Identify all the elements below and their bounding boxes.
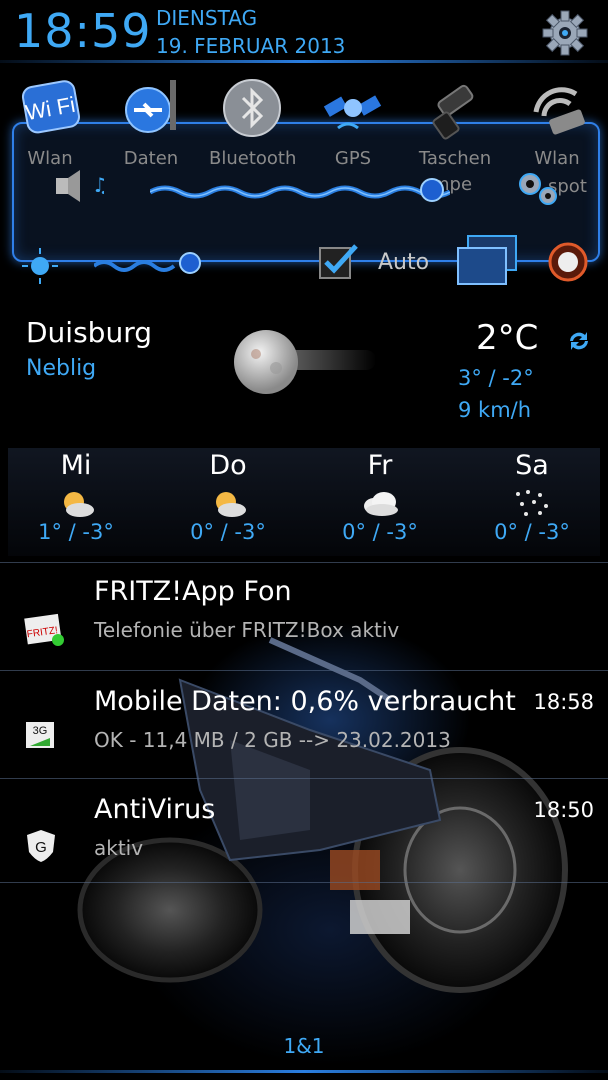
- gps-satellite-icon: [323, 95, 382, 130]
- cloud-icon: [364, 492, 398, 516]
- forecast-day: Fr 0° / -3°: [304, 448, 456, 556]
- forecast-day-name: Mi: [60, 450, 92, 481]
- weather-condition: Neblig: [26, 356, 97, 381]
- notification-fritz[interactable]: FRITZ! FRITZ!App Fon Telefonie über FRIT…: [0, 570, 608, 674]
- toggle-taschenlampe[interactable]: Taschen: [412, 72, 498, 182]
- volume-slider[interactable]: [150, 178, 450, 202]
- rotation-lock-icon[interactable]: [546, 240, 590, 284]
- notification-text: aktiv: [94, 836, 144, 860]
- clock: 18:59: [14, 4, 152, 58]
- toggle-wlan-hotspot[interactable]: Wlan: [514, 72, 600, 182]
- toggle-daten[interactable]: Daten: [108, 72, 194, 182]
- status-header: 18:59 DIENSTAG 19. FEBRUAR 2013: [0, 0, 608, 60]
- fritz-icon: FRITZ!: [24, 613, 64, 646]
- forecast-day-name: Sa: [515, 450, 549, 481]
- forecast-day: Mi 1° / -3°: [0, 448, 152, 556]
- toggle-gps[interactable]: GPS: [310, 72, 396, 182]
- toggle-daten-label: Daten: [123, 148, 179, 169]
- sun-cloud-icon: [64, 492, 94, 517]
- svg-text:G: G: [35, 839, 47, 856]
- svg-text:3G: 3G: [33, 725, 48, 737]
- toggle-bluetooth[interactable]: Bluetooth: [209, 72, 297, 182]
- forecast-temps: 0° / -3°: [190, 520, 266, 544]
- toggle-taschenlampe-label: Taschen: [418, 148, 492, 169]
- current-temperature: 2°C: [476, 318, 539, 358]
- sun-cloud-icon: [216, 492, 246, 517]
- header-divider: [0, 60, 608, 63]
- notification-text: Telefonie über FRITZ!Box aktiv: [94, 618, 400, 642]
- gear-icon[interactable]: [540, 8, 590, 58]
- auto-brightness-label: Auto: [378, 250, 430, 275]
- carrier-label: 1&1: [283, 1034, 325, 1058]
- mobile-data-icon: [125, 80, 176, 133]
- fog-moon-icon: [234, 330, 376, 394]
- notification-divider: [0, 778, 608, 779]
- notification-title: Mobile Daten: 0,6% verbraucht: [94, 686, 516, 717]
- forecast-temps: 0° / -3°: [494, 520, 570, 544]
- screen-timeout-icon[interactable]: [454, 232, 522, 288]
- notification-text: OK - 11,4 MB / 2 GB --> 23.02.2013: [94, 728, 451, 752]
- flashlight-icon: [432, 84, 474, 140]
- notification-divider: [0, 882, 608, 883]
- date: 19. FEBRUAR 2013: [156, 34, 346, 58]
- speaker-icon[interactable]: ♫: [52, 166, 104, 206]
- shield-icon: G: [27, 830, 55, 862]
- 3g-icon: 3G: [26, 722, 54, 748]
- wifi-icon: Wi Fi: [21, 80, 80, 134]
- temperature-high-low: 3° / -2°: [458, 366, 534, 390]
- snow-icon: [516, 490, 548, 516]
- forecast-day-name: Do: [209, 450, 247, 481]
- svg-text:♫: ♫: [92, 173, 104, 197]
- notification-title: AntiVirus: [94, 794, 216, 825]
- notification-antivirus[interactable]: G AntiVirus aktiv 18:50: [0, 788, 608, 892]
- auto-brightness-checkbox[interactable]: [318, 244, 358, 280]
- notification-title: FRITZ!App Fon: [94, 576, 292, 607]
- toggle-wlan-hotspot-label: Wlan: [534, 148, 580, 169]
- forecast-temps: 1° / -3°: [38, 520, 114, 544]
- notification-time: 18:50: [533, 798, 594, 822]
- weekday: DIENSTAG: [156, 6, 258, 30]
- forecast-day-name: Fr: [367, 450, 393, 481]
- toggle-bluetooth-label: Bluetooth: [209, 148, 297, 169]
- bluetooth-icon: [223, 79, 281, 137]
- brightness-slider[interactable]: [94, 250, 206, 276]
- drag-handle[interactable]: [0, 1070, 608, 1073]
- wind-speed: 9 km/h: [458, 398, 532, 422]
- brightness-low-icon[interactable]: [20, 246, 64, 286]
- forecast-temps: 0° / -3°: [342, 520, 418, 544]
- toggle-gps-label: GPS: [334, 148, 372, 169]
- weather-city: Duisburg: [26, 316, 152, 349]
- notification-time: 18:58: [533, 690, 594, 714]
- gears-icon[interactable]: [514, 168, 562, 208]
- wifi-hotspot-icon: [533, 87, 585, 135]
- forecast-day: Do 0° / -3°: [152, 448, 304, 556]
- forecast-day: Sa 0° / -3°: [456, 448, 608, 556]
- notification-divider: [0, 562, 608, 563]
- notification-mobile-data[interactable]: 3G Mobile Daten: 0,6% verbraucht OK - 11…: [0, 680, 608, 784]
- notification-divider: [0, 670, 608, 671]
- refresh-icon[interactable]: [566, 328, 592, 354]
